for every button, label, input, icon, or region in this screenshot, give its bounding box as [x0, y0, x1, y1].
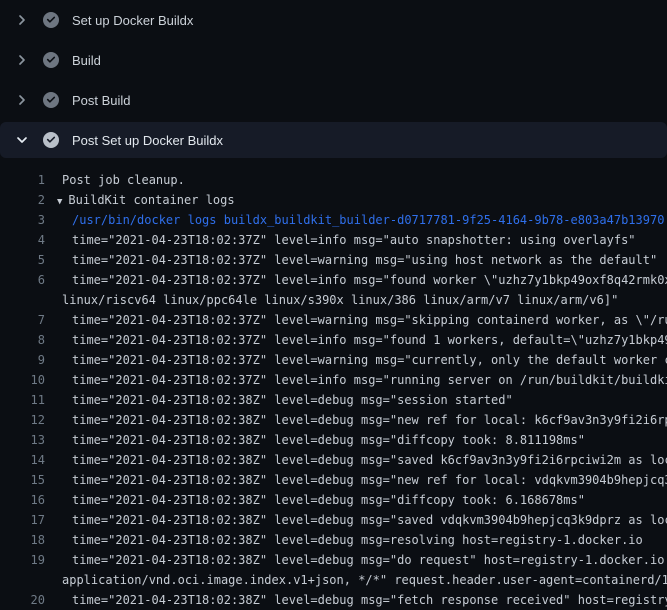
log-row: 6time="2021-04-23T18:02:37Z" level=info … — [0, 270, 667, 290]
step-title: Set up Docker Buildx — [72, 13, 193, 28]
log-row: application/vnd.oci.image.index.v1+json,… — [0, 570, 667, 590]
log-row: 3/usr/bin/docker logs buildx_buildkit_bu… — [0, 210, 667, 230]
line-number — [0, 570, 45, 590]
log-text: time="2021-04-23T18:02:38Z" level=debug … — [45, 490, 585, 510]
log-row: 13time="2021-04-23T18:02:38Z" level=debu… — [0, 430, 667, 450]
line-number[interactable]: 15 — [0, 470, 45, 490]
log-row: 10time="2021-04-23T18:02:37Z" level=info… — [0, 370, 667, 390]
line-number[interactable]: 14 — [0, 450, 45, 470]
log-text: time="2021-04-23T18:02:38Z" level=debug … — [45, 410, 667, 430]
line-number — [0, 290, 45, 310]
line-number[interactable]: 9 — [0, 350, 45, 370]
line-number[interactable]: 5 — [0, 250, 45, 270]
log-row: 19time="2021-04-23T18:02:38Z" level=debu… — [0, 550, 667, 570]
line-number[interactable]: 16 — [0, 490, 45, 510]
line-number[interactable]: 4 — [0, 230, 45, 250]
log-row: 2▼BuildKit container logs — [0, 190, 667, 210]
log-text: time="2021-04-23T18:02:37Z" level=warnin… — [45, 350, 667, 370]
step-header-build[interactable]: Build — [0, 40, 667, 80]
log-text: time="2021-04-23T18:02:37Z" level=warnin… — [45, 250, 657, 270]
log-row: 5time="2021-04-23T18:02:37Z" level=warni… — [0, 250, 667, 270]
log-row: 1Post job cleanup. — [0, 170, 667, 190]
log-text: time="2021-04-23T18:02:38Z" level=debug … — [45, 450, 667, 470]
check-circle-icon — [43, 52, 59, 68]
log-row: 14time="2021-04-23T18:02:38Z" level=debu… — [0, 450, 667, 470]
check-circle-icon — [43, 132, 59, 148]
line-number[interactable]: 13 — [0, 430, 45, 450]
log-row: 11time="2021-04-23T18:02:38Z" level=debu… — [0, 390, 667, 410]
log-row: 9time="2021-04-23T18:02:37Z" level=warni… — [0, 350, 667, 370]
log-text: ▼BuildKit container logs — [45, 190, 235, 210]
step-title: Build — [72, 53, 101, 68]
line-number[interactable]: 20 — [0, 590, 45, 610]
line-number[interactable]: 6 — [0, 270, 45, 290]
line-number[interactable]: 10 — [0, 370, 45, 390]
log-text: time="2021-04-23T18:02:38Z" level=debug … — [45, 390, 513, 410]
line-number[interactable]: 2 — [0, 190, 45, 210]
log-text: time="2021-04-23T18:02:37Z" level=info m… — [45, 330, 667, 350]
step-header-post-build[interactable]: Post Build — [0, 80, 667, 120]
chevron-right-icon — [14, 92, 30, 108]
log-row: 17time="2021-04-23T18:02:38Z" level=debu… — [0, 510, 667, 530]
log-viewer: 1Post job cleanup.2▼BuildKit container l… — [0, 160, 667, 610]
log-row: linux/riscv64 linux/ppc64le linux/s390x … — [0, 290, 667, 310]
log-text: Post job cleanup. — [45, 170, 185, 190]
line-number[interactable]: 8 — [0, 330, 45, 350]
workflow-steps-list: Set up Docker Buildx Build Post Build Po… — [0, 0, 667, 158]
line-number[interactable]: 1 — [0, 170, 45, 190]
log-text: application/vnd.oci.image.index.v1+json,… — [45, 570, 667, 590]
log-text: time="2021-04-23T18:02:38Z" level=debug … — [45, 550, 667, 570]
log-row: 12time="2021-04-23T18:02:38Z" level=debu… — [0, 410, 667, 430]
log-text: time="2021-04-23T18:02:38Z" level=debug … — [45, 470, 667, 490]
log-row: 16time="2021-04-23T18:02:38Z" level=debu… — [0, 490, 667, 510]
chevron-right-icon — [14, 12, 30, 28]
triangle-down-icon[interactable]: ▼ — [57, 197, 62, 207]
log-text: time="2021-04-23T18:02:38Z" level=debug … — [45, 510, 667, 530]
line-number[interactable]: 11 — [0, 390, 45, 410]
line-number[interactable]: 18 — [0, 530, 45, 550]
chevron-right-icon — [14, 52, 30, 68]
log-text: time="2021-04-23T18:02:37Z" level=info m… — [45, 270, 667, 290]
log-command-text: /usr/bin/docker logs buildx_buildkit_bui… — [45, 210, 664, 230]
line-number[interactable]: 12 — [0, 410, 45, 430]
log-text: time="2021-04-23T18:02:38Z" level=debug … — [45, 530, 643, 550]
check-circle-icon — [43, 12, 59, 28]
step-header-set-up-docker-buildx[interactable]: Set up Docker Buildx — [0, 0, 667, 40]
check-circle-icon — [43, 92, 59, 108]
line-number[interactable]: 19 — [0, 550, 45, 570]
step-title: Post Build — [72, 93, 131, 108]
log-text: time="2021-04-23T18:02:37Z" level=warnin… — [45, 310, 667, 330]
line-number[interactable]: 3 — [0, 210, 45, 230]
log-row: 20time="2021-04-23T18:02:38Z" level=debu… — [0, 590, 667, 610]
step-header-post-set-up-docker-buildx[interactable]: Post Set up Docker Buildx — [0, 122, 667, 158]
log-text: time="2021-04-23T18:02:37Z" level=info m… — [45, 370, 667, 390]
log-text: linux/riscv64 linux/ppc64le linux/s390x … — [45, 290, 618, 310]
chevron-down-icon — [14, 132, 30, 148]
log-text: time="2021-04-23T18:02:38Z" level=debug … — [45, 590, 667, 610]
line-number[interactable]: 17 — [0, 510, 45, 530]
step-title: Post Set up Docker Buildx — [72, 133, 223, 148]
log-text: time="2021-04-23T18:02:37Z" level=info m… — [45, 230, 636, 250]
line-number[interactable]: 7 — [0, 310, 45, 330]
log-text: time="2021-04-23T18:02:38Z" level=debug … — [45, 430, 585, 450]
log-row: 7time="2021-04-23T18:02:37Z" level=warni… — [0, 310, 667, 330]
log-row: 15time="2021-04-23T18:02:38Z" level=debu… — [0, 470, 667, 490]
log-row: 4time="2021-04-23T18:02:37Z" level=info … — [0, 230, 667, 250]
log-row: 18time="2021-04-23T18:02:38Z" level=debu… — [0, 530, 667, 550]
log-row: 8time="2021-04-23T18:02:37Z" level=info … — [0, 330, 667, 350]
